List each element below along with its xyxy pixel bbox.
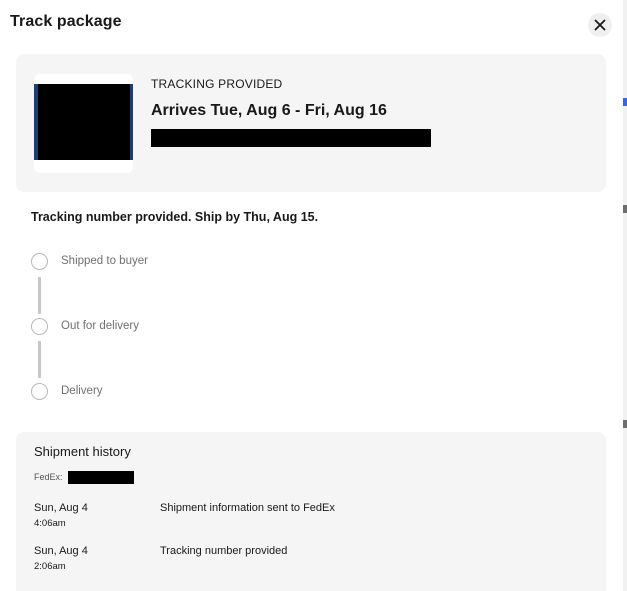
event-time: 2:06am — [34, 561, 66, 572]
track-package-modal: Track package TRACKING PROVIDED Arrives … — [0, 0, 621, 591]
carrier-label: FedEx: — [34, 472, 63, 482]
step-circle-icon — [31, 318, 48, 335]
order-summary-card: TRACKING PROVIDED Arrives Tue, Aug 6 - F… — [16, 54, 606, 192]
backdrop-accent — [623, 98, 627, 106]
redacted-image — [38, 84, 130, 160]
redacted-item-title — [151, 129, 431, 147]
backdrop-scrollbar-mark — [623, 205, 627, 213]
close-icon — [594, 19, 606, 31]
event-date: Sun, Aug 4 — [34, 502, 88, 514]
backdrop-scrollbar-mark — [623, 420, 627, 428]
tracking-note: Tracking number provided. Ship by Thu, A… — [31, 210, 319, 224]
item-image — [34, 84, 133, 160]
step-circle-icon — [31, 383, 48, 400]
redacted-tracking-number — [68, 471, 134, 484]
timeline-connector — [38, 341, 41, 378]
event-description: Tracking number provided — [160, 545, 288, 557]
shipment-history-panel: Shipment history FedEx: Sun, Aug 4 4:06a… — [16, 432, 606, 591]
page-backdrop — [623, 0, 627, 591]
close-button[interactable] — [588, 13, 612, 37]
event-description: Shipment information sent to FedEx — [160, 502, 335, 514]
tracking-status-label: TRACKING PROVIDED — [151, 77, 283, 91]
step-label: Delivery — [61, 385, 103, 397]
shipment-history-heading: Shipment history — [34, 444, 131, 459]
step-label: Out for delivery — [61, 320, 139, 332]
item-thumbnail[interactable] — [34, 74, 133, 173]
modal-title: Track package — [10, 13, 122, 30]
step-label: Shipped to buyer — [61, 255, 148, 267]
step-circle-icon — [31, 253, 48, 270]
event-date: Sun, Aug 4 — [34, 545, 88, 557]
timeline-connector — [38, 277, 41, 314]
arrival-estimate: Arrives Tue, Aug 6 - Fri, Aug 16 — [151, 102, 387, 119]
event-time: 4:06am — [34, 518, 66, 529]
